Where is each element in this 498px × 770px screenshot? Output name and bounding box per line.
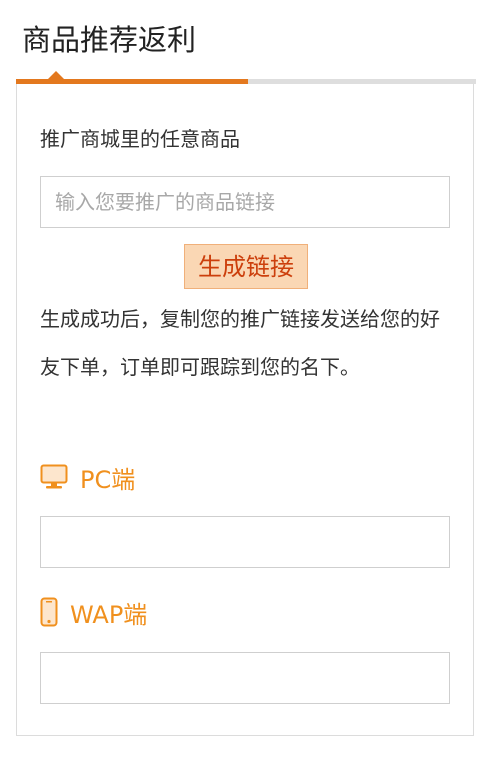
desktop-monitor-icon [40, 464, 68, 490]
mobile-phone-icon [40, 597, 58, 627]
generate-link-button[interactable]: 生成链接 [184, 244, 308, 289]
promo-description: 生成成功后，复制您的推广链接发送给您的好友下单，订单即可跟踪到您的名下。 [40, 307, 440, 379]
page-title: 商品推荐返利 [22, 23, 197, 57]
pc-section-heading: PC端 [40, 462, 136, 494]
wap-link-field[interactable] [40, 652, 450, 704]
wap-section-heading: WAP端 [40, 597, 148, 629]
wap-section-label: WAP端 [70, 600, 148, 629]
pc-link-field[interactable] [40, 516, 450, 568]
product-link-input[interactable] [40, 176, 450, 228]
title-caret-indicator [48, 71, 64, 79]
pc-section-label: PC端 [80, 465, 136, 494]
promo-subtitle: 推广商城里的任意商品 [40, 127, 240, 151]
